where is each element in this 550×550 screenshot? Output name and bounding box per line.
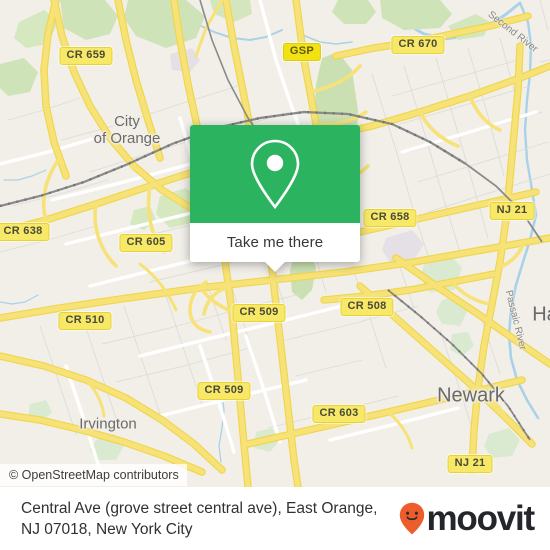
road-shield-cr-605[interactable]: CR 605 bbox=[119, 234, 173, 252]
address-text: Central Ave (grove street central ave), … bbox=[21, 499, 378, 538]
road-shield-nj-21-north[interactable]: NJ 21 bbox=[489, 202, 535, 220]
map-pin-icon bbox=[250, 139, 300, 210]
take-me-there-label: Take me there bbox=[226, 234, 324, 251]
road-shield-cr-509-upper[interactable]: CR 509 bbox=[232, 304, 286, 322]
moovit-pin-icon bbox=[400, 502, 425, 535]
map-screenshot: .rmaj { stroke:#f6e277; fill:none; strok… bbox=[0, 0, 550, 550]
road-shield-cr-509-lower[interactable]: CR 509 bbox=[197, 382, 251, 400]
popup-pointer-tail bbox=[265, 262, 285, 272]
osm-attribution[interactable]: © OpenStreetMap contributors bbox=[0, 464, 187, 486]
popup-image-panel bbox=[190, 125, 360, 223]
bottom-info-bar: Central Ave (grove street central ave), … bbox=[0, 487, 550, 550]
road-shield-cr-508[interactable]: CR 508 bbox=[340, 298, 394, 316]
road-shield-cr-670[interactable]: CR 670 bbox=[391, 36, 445, 54]
road-shield-cr-603[interactable]: CR 603 bbox=[312, 405, 366, 423]
map-canvas[interactable]: .rmaj { stroke:#f6e277; fill:none; strok… bbox=[0, 0, 550, 487]
moovit-wordmark: moovit bbox=[426, 499, 535, 538]
road-shield-cr-510[interactable]: CR 510 bbox=[58, 312, 112, 330]
location-popup-card[interactable]: Take me there bbox=[190, 125, 360, 272]
road-shield-gsp[interactable]: GSP bbox=[282, 43, 322, 61]
road-shield-cr-658[interactable]: CR 658 bbox=[363, 209, 417, 227]
road-shield-cr-638[interactable]: CR 638 bbox=[0, 223, 50, 241]
road-shield-cr-659[interactable]: CR 659 bbox=[59, 47, 113, 65]
popup-action-panel[interactable]: Take me there bbox=[190, 223, 360, 272]
moovit-logo[interactable]: moovit bbox=[399, 501, 550, 536]
road-shield-nj-21-south[interactable]: NJ 21 bbox=[447, 455, 493, 473]
